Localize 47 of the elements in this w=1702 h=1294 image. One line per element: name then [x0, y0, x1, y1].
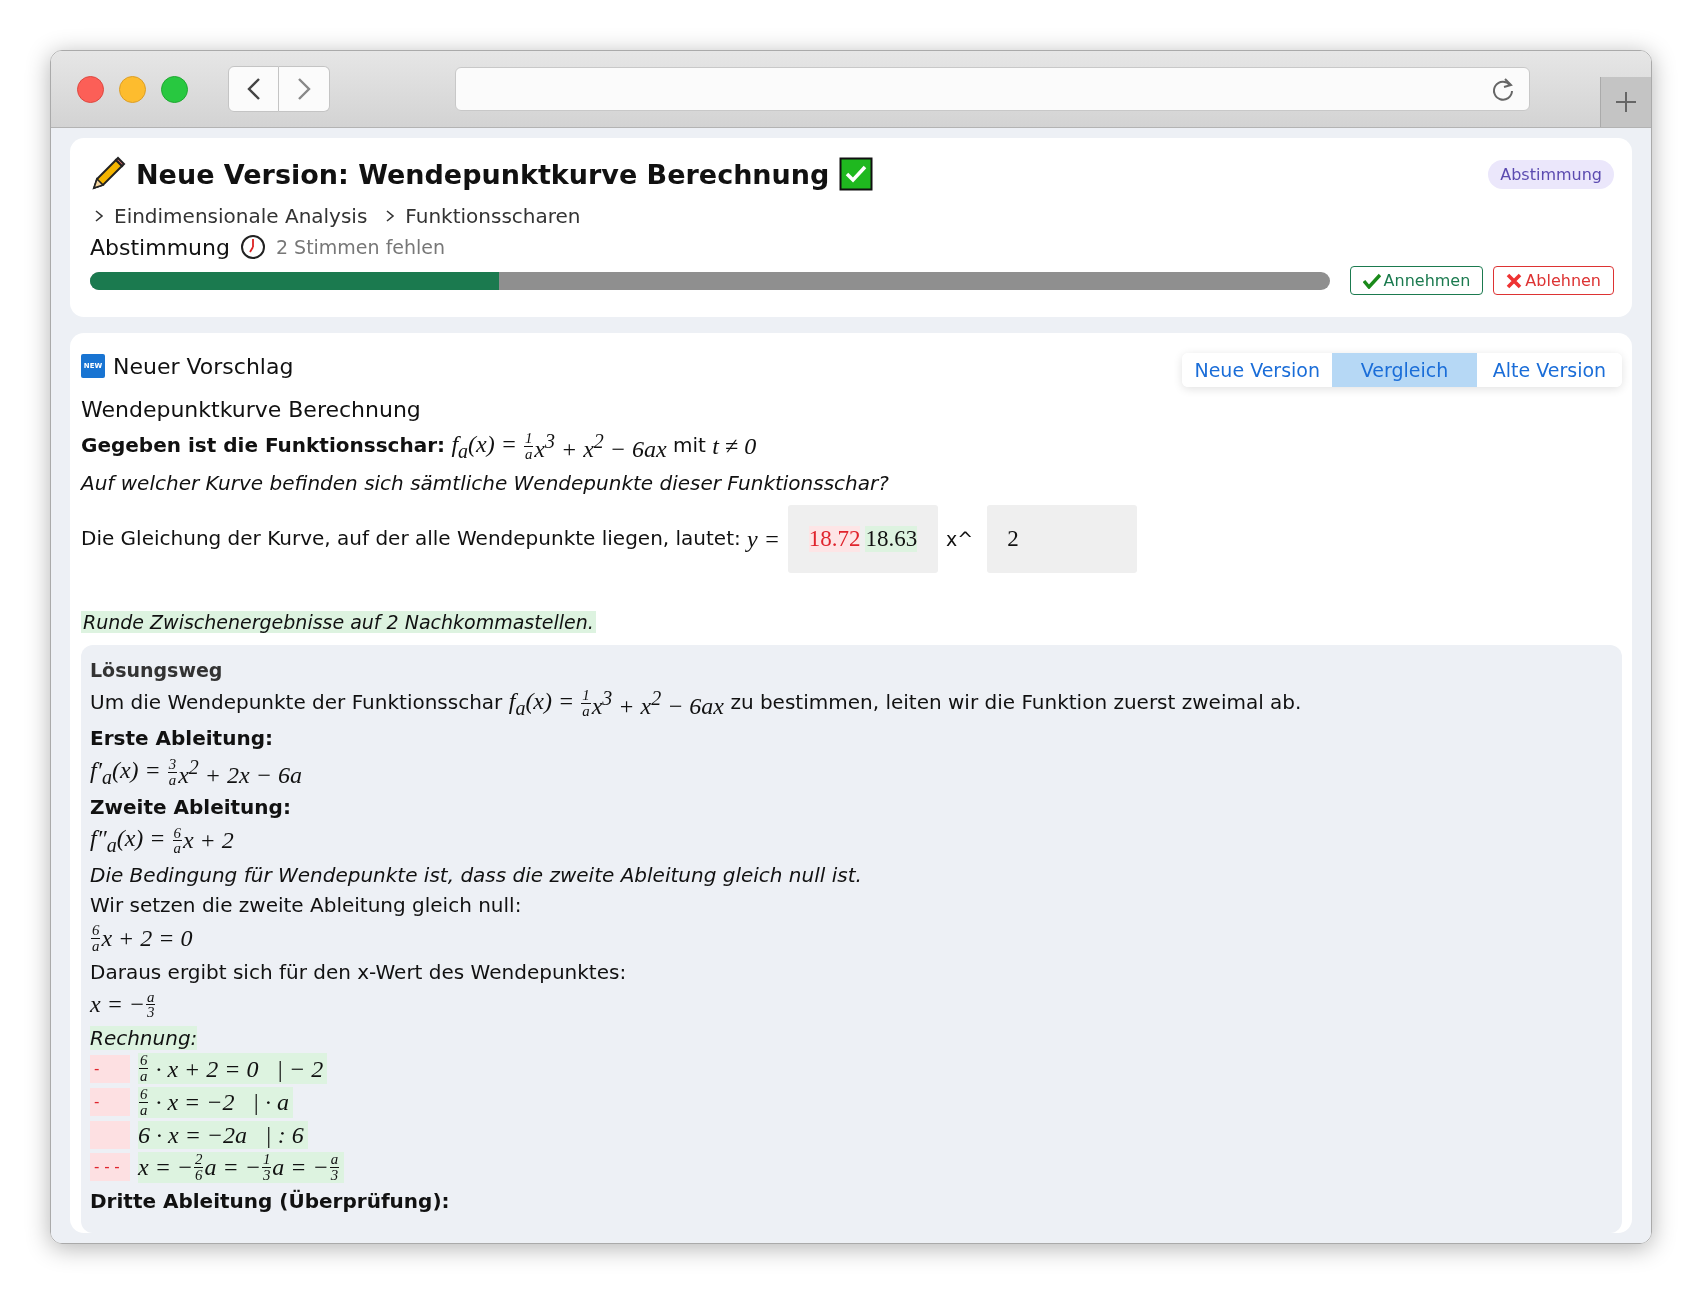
chevron-icon: [94, 209, 104, 223]
solution-text: Daraus ergibt sich für den x-Wert des Wendepunktes:: [90, 959, 628, 984]
cross-icon: [1506, 272, 1523, 289]
breadcrumb-link[interactable]: Eindimensionale Analysis: [114, 204, 368, 228]
power-label: x^: [945, 528, 974, 550]
diff-marker: -: [90, 1088, 130, 1117]
solution-text: Wir setzen die zweite Ableitung gleich null:: [90, 892, 523, 917]
solution-note: Die Bedingung für Wendepunkte ist, dass die zweite Ableitung gleich null ist.: [90, 862, 863, 887]
clock-icon: [239, 234, 266, 260]
voting-label: Abstimmung: [90, 234, 230, 260]
pencil-icon: [90, 156, 126, 192]
new-tab-button[interactable]: [1600, 77, 1651, 127]
step-heading: Zweite Ableitung:: [90, 795, 292, 819]
close-button[interactable]: [77, 75, 104, 103]
page-title: Neue Version: Wendepunktkurve Berechnung: [136, 158, 830, 190]
step-heading: Erste Ableitung:: [90, 726, 274, 750]
accept-button[interactable]: Annehmen: [1349, 266, 1484, 295]
chevron-icon: [385, 209, 396, 223]
task-title: Wendepunktkurve Berechnung: [81, 397, 422, 422]
diff-marker: - - -: [90, 1153, 130, 1182]
back-icon: [246, 77, 261, 101]
exponent-field[interactable]: 2: [987, 505, 1138, 573]
status-badge: Abstimmung: [1488, 159, 1614, 189]
checkmark-icon: [839, 157, 874, 191]
back-button[interactable]: [228, 66, 279, 112]
view-tab[interactable]: Alte Version: [1477, 353, 1622, 387]
solution-title: Lösungsweg: [90, 659, 224, 681]
forward-icon: [297, 77, 311, 101]
calculation-label: Rechnung:: [90, 1026, 198, 1051]
check-icon: [1362, 272, 1381, 289]
reload-icon[interactable]: [1491, 76, 1515, 102]
minimize-button[interactable]: [119, 75, 146, 103]
step-heading: Dritte Ableitung (Überprüfung):: [90, 1188, 451, 1213]
diff-marker: -: [90, 1054, 130, 1083]
breadcrumb-link[interactable]: Funktionsscharen: [405, 204, 581, 228]
formula: 6 · x = −2a | : 6: [138, 1120, 308, 1149]
plus-icon: [1615, 91, 1637, 113]
view-tab[interactable]: Vergleich: [1332, 353, 1477, 387]
answer-prompt: Die Gleichung der Kurve, auf der alle Wendepunkte liegen, lautet: y =: [81, 525, 780, 553]
view-tab[interactable]: Neue Version: [1182, 353, 1332, 387]
votes-missing-text: 2 Stimmen fehlen: [275, 236, 446, 258]
reject-button[interactable]: Ablehnen: [1493, 266, 1614, 295]
section-heading: Neuer Vorschlag: [113, 353, 294, 379]
maximize-button[interactable]: [161, 75, 188, 103]
answer-field[interactable]: 18.72 18.63: [787, 505, 938, 573]
hint-text: Runde Zwischenergebnisse auf 2 Nachkommastellen.: [81, 611, 596, 633]
question-text: Auf welcher Kurve befinden sich sämtliche Wendepunkte dieser Funktionsschar?: [81, 471, 890, 495]
